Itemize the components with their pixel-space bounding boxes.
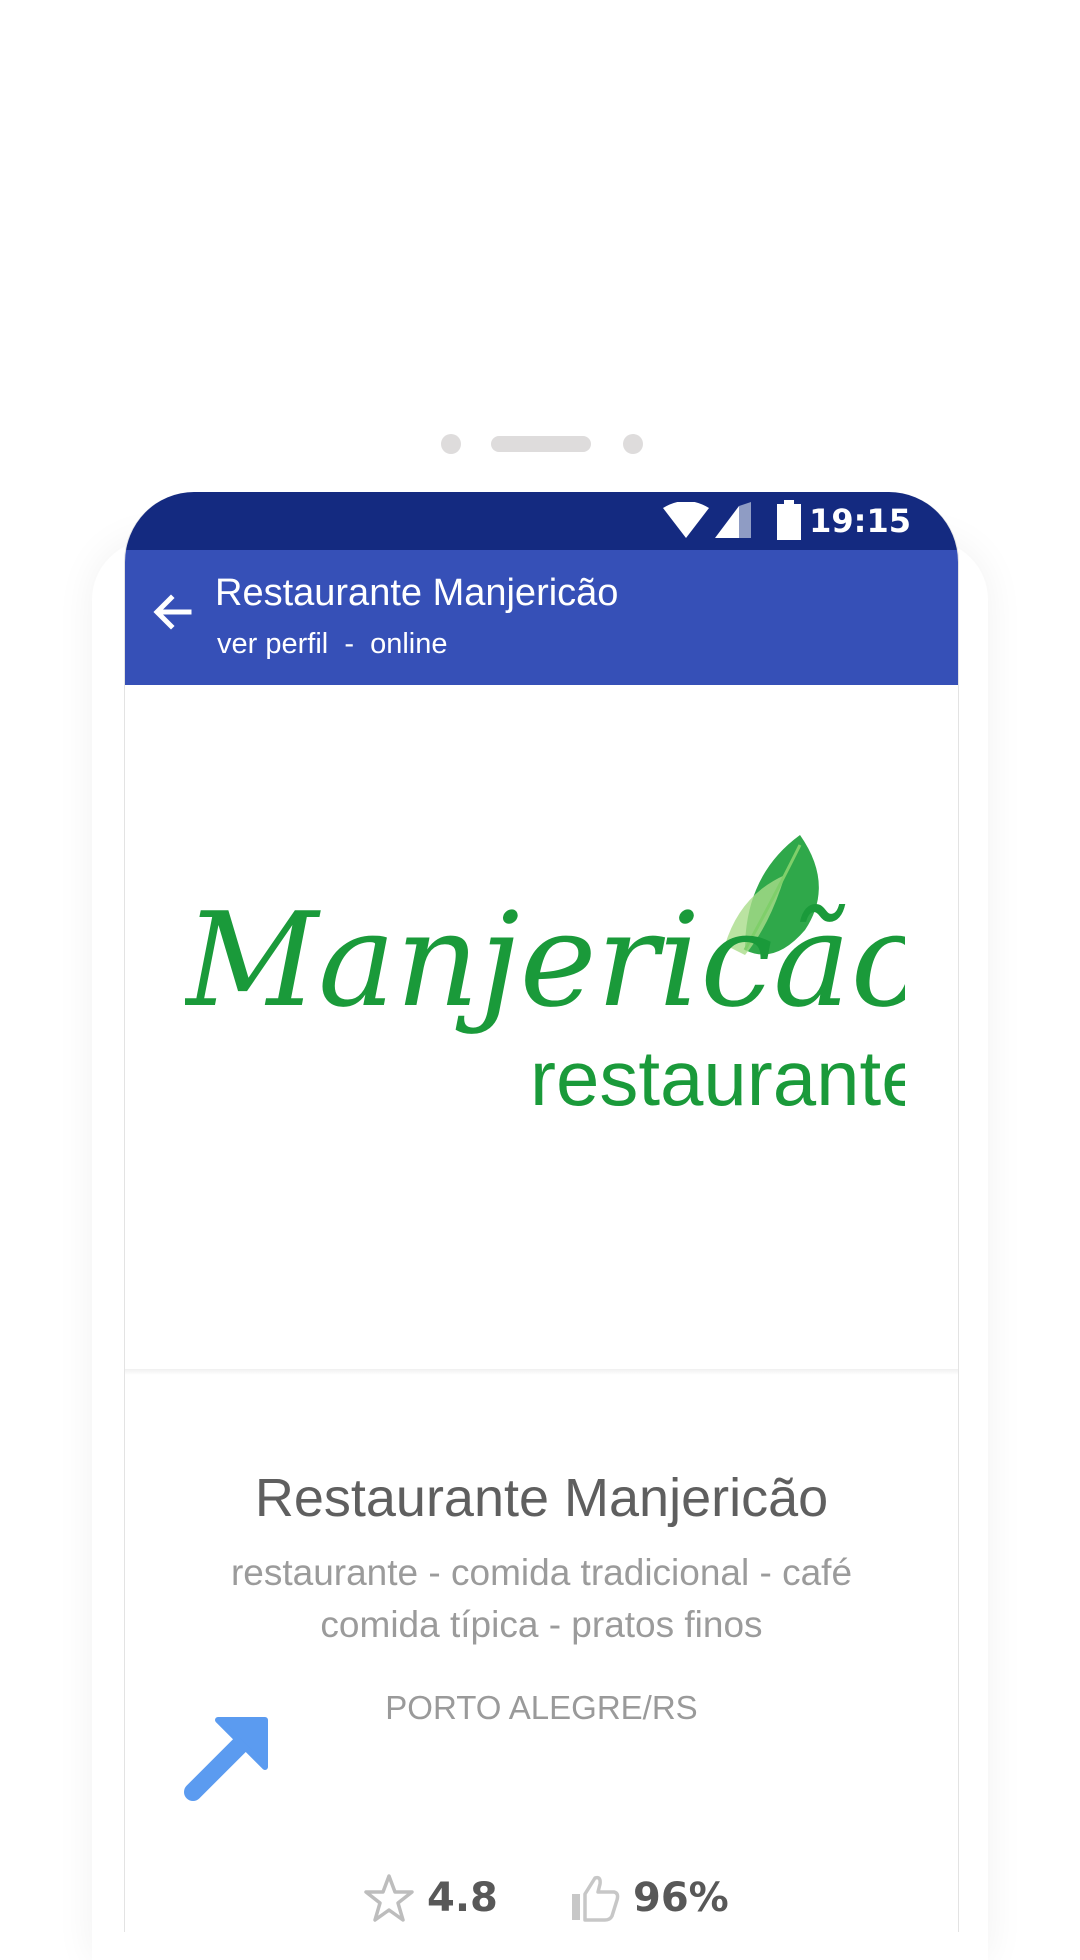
chat-subtitle[interactable]: ver perfil - online — [217, 628, 448, 661]
manjericao-logo: Manjericão restaurante — [185, 835, 905, 1122]
rating-stat: 4.8 — [363, 1872, 498, 1924]
back-arrow-icon[interactable] — [149, 588, 197, 636]
logo-divider — [125, 1369, 958, 1375]
battery-icon — [777, 500, 801, 540]
logo-wordmark: Manjericão — [185, 884, 905, 1036]
star-icon — [364, 1874, 414, 1922]
status-bar: 19:15 — [125, 492, 958, 550]
restaurant-categories-line1: restaurante - comida tradicional - café — [230, 1552, 853, 1593]
approval-value: 96% — [633, 1875, 729, 1921]
logo-tagline: restaurante — [530, 1034, 905, 1122]
restaurant-logo: Manjericão restaurante — [125, 685, 958, 1375]
chat-title[interactable]: Restaurante Manjericão — [215, 572, 618, 615]
approval-stat: 96% — [569, 1872, 729, 1924]
up-right-arrow-icon — [184, 1717, 268, 1801]
thumbs-up-icon — [572, 1875, 620, 1922]
status-time: 19:15 — [809, 502, 911, 540]
phone-speaker — [0, 434, 1080, 454]
restaurant-name: Restaurante Manjericão — [254, 1468, 829, 1528]
camera-dot — [623, 434, 643, 454]
speaker-grill — [491, 436, 591, 452]
wifi-icon — [663, 502, 709, 538]
app-bar: Restaurante Manjericão ver perfil - onli… — [125, 550, 958, 685]
signal-icon — [715, 502, 751, 538]
rating-value: 4.8 — [427, 1875, 498, 1921]
phone-screen: 19:15 Restaurante Manjericão ver perfil … — [124, 492, 959, 1932]
sensor-dot — [441, 434, 461, 454]
restaurant-categories-line2: comida típica - pratos finos — [320, 1604, 763, 1645]
